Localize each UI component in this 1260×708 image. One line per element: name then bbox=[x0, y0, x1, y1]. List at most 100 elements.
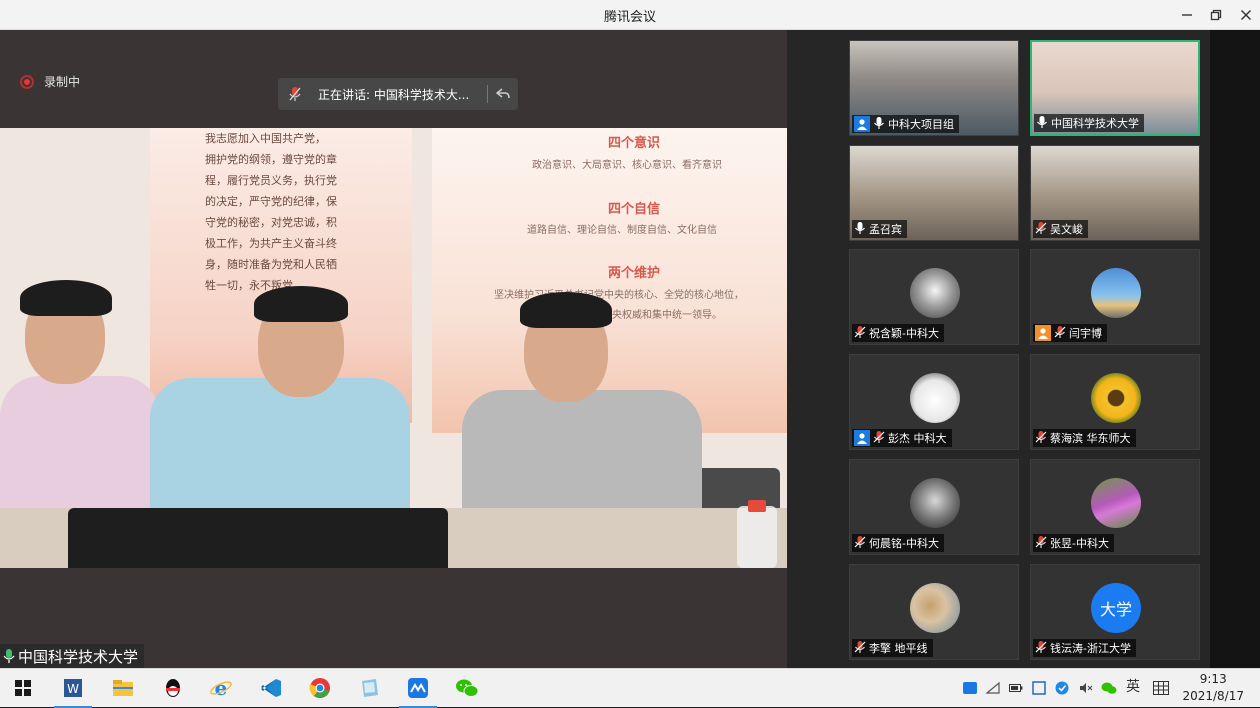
poster-heading: 四个意识 bbox=[608, 136, 661, 151]
restore-button[interactable] bbox=[1205, 4, 1227, 26]
record-icon bbox=[20, 74, 34, 89]
mic-muted-icon bbox=[854, 325, 866, 342]
wechat-tray-icon[interactable] bbox=[1101, 680, 1117, 696]
participant-tile[interactable]: 彭杰 中科大 bbox=[849, 354, 1019, 450]
participant-tile[interactable]: 蔡海滨 华东师大 bbox=[1030, 354, 1200, 450]
mic-muted-icon bbox=[854, 535, 866, 552]
participant-name: 彭杰 中科大 bbox=[888, 432, 947, 445]
slogan-poster: 四个意识 政治意识、大局意识、核心意识、看齐意识 四个自信 道路自信、理论自信、… bbox=[432, 128, 787, 433]
word-button[interactable]: W bbox=[54, 675, 92, 708]
main-video-name: 中国科学技术大学 bbox=[18, 647, 139, 666]
participant-avatar bbox=[1091, 478, 1141, 528]
start-icon bbox=[15, 680, 31, 696]
mic-muted-icon bbox=[1035, 535, 1047, 552]
network-icon[interactable] bbox=[985, 680, 1001, 696]
vscode-icon bbox=[261, 679, 281, 697]
person-body bbox=[150, 378, 410, 518]
participant-name-label: 何晨铭-中科大 bbox=[852, 534, 944, 552]
ime-indicator[interactable]: 英 bbox=[1125, 678, 1141, 695]
participant-tile[interactable]: 何晨铭-中科大 bbox=[849, 459, 1019, 555]
main-video[interactable]: 我志愿加入中国共产党， 拥护党的纲领，遵守党的章 程，履行党员义务，执行党 的决… bbox=[0, 128, 787, 568]
speaking-text: 正在讲话: 中国科学技术大... bbox=[318, 87, 470, 102]
qq-button[interactable] bbox=[160, 675, 186, 701]
participant-tile[interactable]: 吴文峻 bbox=[1030, 145, 1200, 241]
ie-button[interactable]: e bbox=[208, 675, 234, 701]
participant-avatar bbox=[1091, 373, 1141, 423]
mic-muted-icon bbox=[1035, 221, 1047, 238]
mic-on-icon bbox=[873, 116, 885, 133]
participant-avatar bbox=[910, 583, 960, 633]
input-tray-icon[interactable] bbox=[1031, 680, 1047, 696]
wechat-button[interactable] bbox=[454, 675, 480, 701]
mic-on-icon bbox=[854, 221, 866, 238]
keyboard-icon[interactable] bbox=[1153, 680, 1169, 696]
participant-avatar bbox=[1091, 268, 1141, 318]
participant-avatar bbox=[910, 268, 960, 318]
word-icon: W bbox=[64, 679, 82, 697]
main-video-label: 中国科学技术大学 bbox=[0, 644, 145, 668]
participant-tile[interactable]: 李擎 地平线 bbox=[849, 564, 1019, 660]
participant-name-label: 中国科学技术大学 bbox=[1034, 114, 1144, 132]
participant-tile[interactable]: 祝含颖-中科大 bbox=[849, 249, 1019, 345]
person-hair bbox=[20, 280, 112, 316]
recording-label: 录制中 bbox=[44, 75, 81, 89]
participant-name-label: 钱沄涛-浙江大学 bbox=[1033, 639, 1136, 657]
check-tray-icon[interactable] bbox=[1054, 680, 1070, 696]
ie-icon: e bbox=[210, 676, 232, 700]
participant-avatar bbox=[910, 373, 960, 423]
person-hair bbox=[254, 286, 348, 322]
poster-heading: 四个自信 bbox=[608, 202, 661, 217]
poster-line: 政治意识、大局意识、核心意识、看齐意识 bbox=[532, 160, 722, 171]
tencent-meeting-icon bbox=[408, 678, 428, 698]
participant-panel: 中科大项目组 中国科学技术大学孟召宾 吴文峻 祝含颖-中科大 闫宇博彭杰 中科大 蔡海滨 … bbox=[787, 30, 1260, 668]
title-bar: 腾讯会议 bbox=[0, 0, 1260, 30]
participant-tile[interactable]: 孟召宾 bbox=[849, 145, 1019, 241]
host-user-icon bbox=[854, 116, 870, 132]
notepad-button[interactable] bbox=[356, 675, 382, 701]
vscode-button[interactable] bbox=[258, 675, 284, 701]
wechat-icon bbox=[456, 679, 479, 697]
participant-tile[interactable]: 大学钱沄涛-浙江大学 bbox=[1030, 564, 1200, 660]
participant-name-label: 孟召宾 bbox=[852, 220, 907, 238]
participant-tile[interactable]: 中科大项目组 bbox=[849, 40, 1019, 136]
mic-muted-icon bbox=[278, 86, 312, 102]
clock-date: 2021/8/17 bbox=[1182, 689, 1244, 703]
oath-line: 极工作，为共产主义奋斗终 bbox=[205, 237, 337, 250]
close-icon bbox=[1241, 10, 1251, 20]
chrome-button[interactable] bbox=[307, 675, 333, 701]
panel-edge bbox=[1210, 30, 1260, 668]
mic-on-icon bbox=[1036, 115, 1048, 132]
close-button[interactable] bbox=[1235, 4, 1257, 26]
participant-tile[interactable]: 张昱-中科大 bbox=[1030, 459, 1200, 555]
participant-avatar bbox=[910, 478, 960, 528]
file-explorer-button[interactable] bbox=[110, 675, 136, 701]
chrome-icon bbox=[309, 678, 330, 698]
participant-name: 孟召宾 bbox=[869, 223, 902, 236]
participant-avatar: 大学 bbox=[1091, 583, 1141, 633]
poster-heading: 两个维护 bbox=[608, 266, 661, 281]
participant-tile[interactable]: 闫宇博 bbox=[1030, 249, 1200, 345]
participant-name: 李擎 地平线 bbox=[869, 642, 928, 655]
system-clock[interactable]: 9:13 2021/8/17 bbox=[1182, 671, 1244, 705]
participant-name-label: 中科大项目组 bbox=[852, 115, 959, 133]
mic-muted-icon bbox=[1035, 430, 1047, 447]
participant-name-label: 闫宇博 bbox=[1033, 324, 1107, 342]
oath-line: 程，履行党员义务，执行党 bbox=[205, 174, 337, 187]
participant-tile[interactable]: 中国科学技术大学 bbox=[1030, 40, 1200, 136]
minimize-icon bbox=[1182, 14, 1192, 16]
reply-button[interactable] bbox=[488, 88, 518, 100]
participant-name: 何晨铭-中科大 bbox=[869, 537, 939, 550]
minimize-button[interactable] bbox=[1176, 4, 1198, 26]
battery-icon[interactable] bbox=[1008, 680, 1024, 696]
host-user-icon bbox=[854, 430, 870, 446]
start-button[interactable] bbox=[10, 675, 36, 701]
speaker-muted-icon[interactable] bbox=[1078, 680, 1094, 696]
participant-name: 张昱-中科大 bbox=[1050, 537, 1109, 550]
tencent-meeting-button[interactable] bbox=[399, 675, 437, 708]
meeting-tray-icon[interactable] bbox=[962, 680, 978, 696]
recording-indicator[interactable]: 录制中 bbox=[20, 73, 80, 90]
participant-name-label: 张昱-中科大 bbox=[1033, 534, 1114, 552]
participant-name: 钱沄涛-浙江大学 bbox=[1050, 642, 1131, 655]
participant-name-label: 李擎 地平线 bbox=[852, 639, 933, 657]
mic-muted-icon bbox=[854, 640, 866, 657]
